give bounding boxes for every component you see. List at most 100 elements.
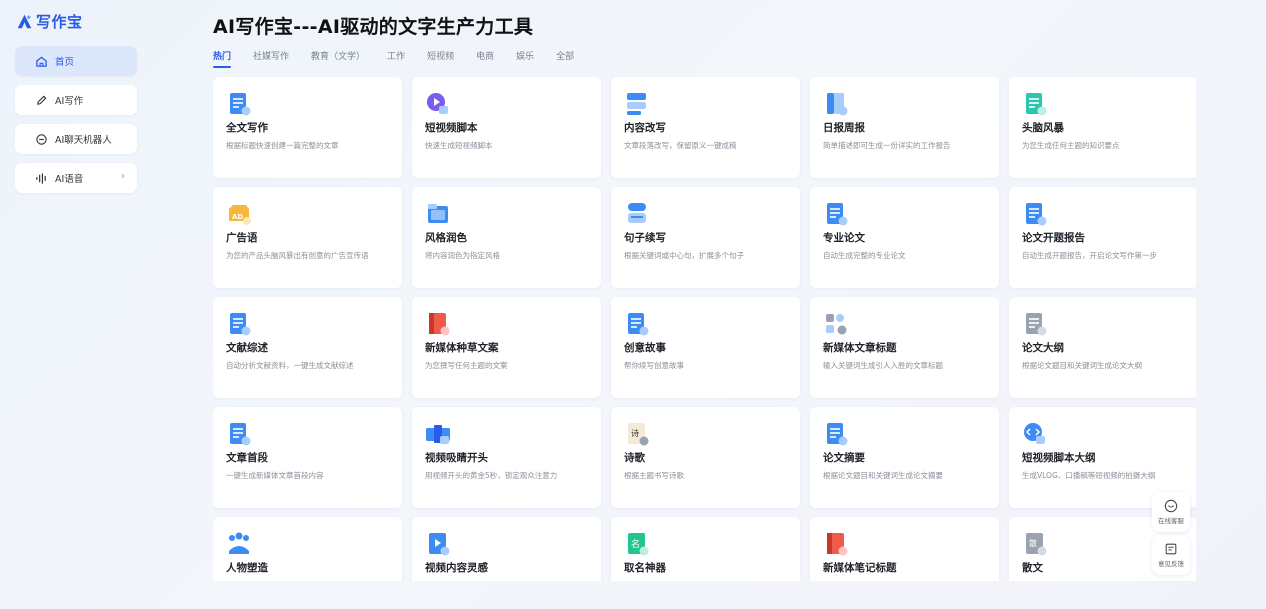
svg-text:名: 名: [631, 538, 640, 550]
tool-card[interactable]: 内容改写 文章段落改写，保留原义一键成稿: [611, 77, 800, 178]
code-script-icon: [1022, 421, 1048, 447]
tab-education[interactable]: 教育（文学）: [311, 49, 365, 67]
people-icon: [226, 531, 252, 557]
tool-card-description: 为您的产品头脑风暴出有创意的广告宣传语: [226, 251, 369, 260]
tool-card[interactable]: 句子续写根据关键词或中心句，扩展多个句子: [611, 187, 800, 288]
audio-wave-icon: [35, 172, 48, 185]
sidebar-item-ai-voice[interactable]: AI语音 ›: [15, 163, 137, 193]
chevron-right-icon: ›: [121, 171, 125, 182]
tool-card[interactable]: 论文开题报告自动生成开题报告，开启论文写作第一步: [1009, 187, 1196, 288]
tool-card[interactable]: AD 广告语为您的产品头脑风暴出有创意的广告宣传语: [213, 187, 402, 288]
ad-badge-icon: AD: [226, 201, 252, 227]
tool-card-description: 自动生成开题报告，开启论文写作第一步: [1022, 251, 1157, 260]
sidebar-item-ai-chatbot[interactable]: AI聊天机器人: [15, 124, 137, 154]
tab-ecommerce[interactable]: 电商: [476, 49, 494, 67]
sidebar-item-label: AI写作: [55, 96, 84, 107]
tool-card[interactable]: 风格润色将内容润色为指定风格: [412, 187, 601, 288]
feedback-button[interactable]: 意见反馈: [1152, 535, 1190, 575]
tool-card-description: 帮你找视频灵感，让你创作出更好的内容: [425, 580, 588, 581]
home-icon: [35, 55, 48, 68]
logo[interactable]: 写作宝: [16, 11, 83, 32]
tool-card-description: 根据主题书写诗歌: [624, 471, 684, 480]
tool-card[interactable]: 新媒体文章标题 输入关键词生成引人入胜的文章标题: [810, 297, 999, 398]
tool-card-description: 自动生成完整的专业论文: [823, 251, 906, 260]
tool-card-title: 人物塑造: [226, 562, 268, 574]
tab-short-video[interactable]: 短视频: [427, 49, 454, 67]
tool-card[interactable]: 日报周报 简单描述即可生成一份详实的工作报告: [810, 77, 999, 178]
tool-card-title: 句子续写: [624, 232, 666, 244]
tool-card[interactable]: 诗诗歌根据主题书写诗歌: [611, 407, 800, 508]
tool-card[interactable]: 全文写作 根据标题快速创建一篇完整的文章: [213, 77, 402, 178]
tool-card-description: 将内容润色为指定风格: [425, 251, 500, 260]
tool-card[interactable]: 文章首段一键生成新媒体文章首段内容: [213, 407, 402, 508]
document-pen-icon: [226, 91, 252, 117]
tool-card-description: 生成VLOG、口播稿等短视频的拍摄大纲: [1022, 471, 1156, 480]
naming-icon: 名: [624, 531, 650, 557]
tool-card-title: 广告语: [226, 232, 258, 244]
tool-card[interactable]: 新媒体种草文案 为您撰写任何主题的文案: [412, 297, 601, 398]
abstract-icon: [823, 421, 849, 447]
tool-card-description: 一键生成新媒体文章首段内容: [226, 471, 324, 480]
tool-card-title: 头脑风暴: [1022, 122, 1064, 134]
tool-card-title: 风格润色: [425, 232, 467, 244]
tool-card-title: 论文大纲: [1022, 342, 1064, 354]
literature-icon: [226, 311, 252, 337]
tab-entertainment[interactable]: 娱乐: [516, 49, 534, 67]
float-label: 意见反馈: [1158, 560, 1184, 568]
video-play-icon: [425, 91, 451, 117]
tool-card-title: 文献综述: [226, 342, 268, 354]
tool-card[interactable]: 论文摘要根据论文题目和关键词生成论文摘要: [810, 407, 999, 508]
tool-card[interactable]: 专业论文 自动生成完整的专业论文: [810, 187, 999, 288]
chat-icon: [35, 133, 48, 146]
page-title: AI写作宝---AI驱动的文字生产力工具: [213, 16, 534, 38]
tool-card-description: 根据关键词或中心句，扩展多个句子: [624, 251, 744, 260]
tool-card-title: 短视频脚本: [425, 122, 478, 134]
tool-card[interactable]: 短视频脚本 快速生成短视频脚本: [412, 77, 601, 178]
tool-card[interactable]: 创意故事 帮你续写创意故事: [611, 297, 800, 398]
prose-icon: 散: [1022, 531, 1048, 557]
tool-card-title: 短视频脚本大纲: [1022, 452, 1096, 464]
tool-card[interactable]: 头脑风暴 为您生成任何主题的知识要点: [1009, 77, 1196, 178]
support-icon: [1164, 499, 1178, 513]
tool-card[interactable]: 文献综述 自动分析文献资料，一键生成文献综述: [213, 297, 402, 398]
sidebar-item-label: AI聊天机器人: [55, 135, 112, 146]
tool-card[interactable]: 视频内容灵感帮你找视频灵感，让你创作出更好的内容: [412, 517, 601, 581]
tool-card[interactable]: 人物塑造为你故事中的角色塑造一个完整的人物形象: [213, 517, 402, 581]
tab-work[interactable]: 工作: [387, 49, 405, 67]
tool-card-description: 根据论文题目和关键词生成论文大纲: [1022, 361, 1142, 370]
tool-card-description: 为您撰写任何主题的文案: [425, 361, 508, 370]
tool-card[interactable]: 新媒体笔记标题为你的新媒体笔记生成吸引人的标题: [810, 517, 999, 581]
sidebar-item-label: 首页: [55, 57, 75, 68]
svg-text:诗: 诗: [631, 428, 639, 438]
tool-card-title: 取名神器: [624, 562, 666, 574]
note-title-icon: [823, 531, 849, 557]
sidebar-item-label: AI语音: [55, 174, 84, 185]
tool-card[interactable]: 论文大纲根据论文题目和关键词生成论文大纲: [1009, 297, 1196, 398]
tool-card-description: 一键生成人名、公司名和品牌名称: [624, 580, 787, 581]
first-paragraph-icon: [226, 421, 252, 447]
tool-card-description: 为你故事中的角色塑造一个完整的人物形象: [226, 580, 389, 581]
video-opening-icon: [425, 421, 451, 447]
sidebar-item-home[interactable]: 首页: [15, 46, 137, 76]
tool-card-title: 论文摘要: [823, 452, 865, 464]
tool-card[interactable]: 视频吸睛开头 用视频开头的黄金5秒，锁定观众注意力: [412, 407, 601, 508]
tool-card-title: 新媒体种草文案: [425, 342, 499, 354]
online-support-button[interactable]: 在线客服: [1152, 492, 1190, 532]
tool-card-title: 视频内容灵感: [425, 562, 488, 574]
tool-card[interactable]: 名取名神器一键生成人名、公司名和品牌名称: [611, 517, 800, 581]
tool-card-title: 诗歌: [624, 452, 645, 464]
tab-social-media[interactable]: 社媒写作: [253, 49, 289, 67]
story-icon: [624, 311, 650, 337]
svg-text:AD: AD: [232, 213, 243, 221]
float-label: 在线客服: [1158, 517, 1184, 525]
tool-card-title: 视频吸睛开头: [425, 452, 488, 464]
tool-card-title: 新媒体文章标题: [823, 342, 897, 354]
sentence-continue-icon: [624, 201, 650, 227]
tool-card-title: 论文开题报告: [1022, 232, 1085, 244]
tab-hot[interactable]: 热门: [213, 49, 232, 68]
rewrite-icon: [624, 91, 650, 117]
tool-card-description: 根据论文题目和关键词生成论文摘要: [823, 471, 943, 480]
sidebar-item-ai-writing[interactable]: AI写作: [15, 85, 137, 115]
tab-all[interactable]: 全部: [556, 49, 574, 67]
tool-card-title: 文章首段: [226, 452, 268, 464]
